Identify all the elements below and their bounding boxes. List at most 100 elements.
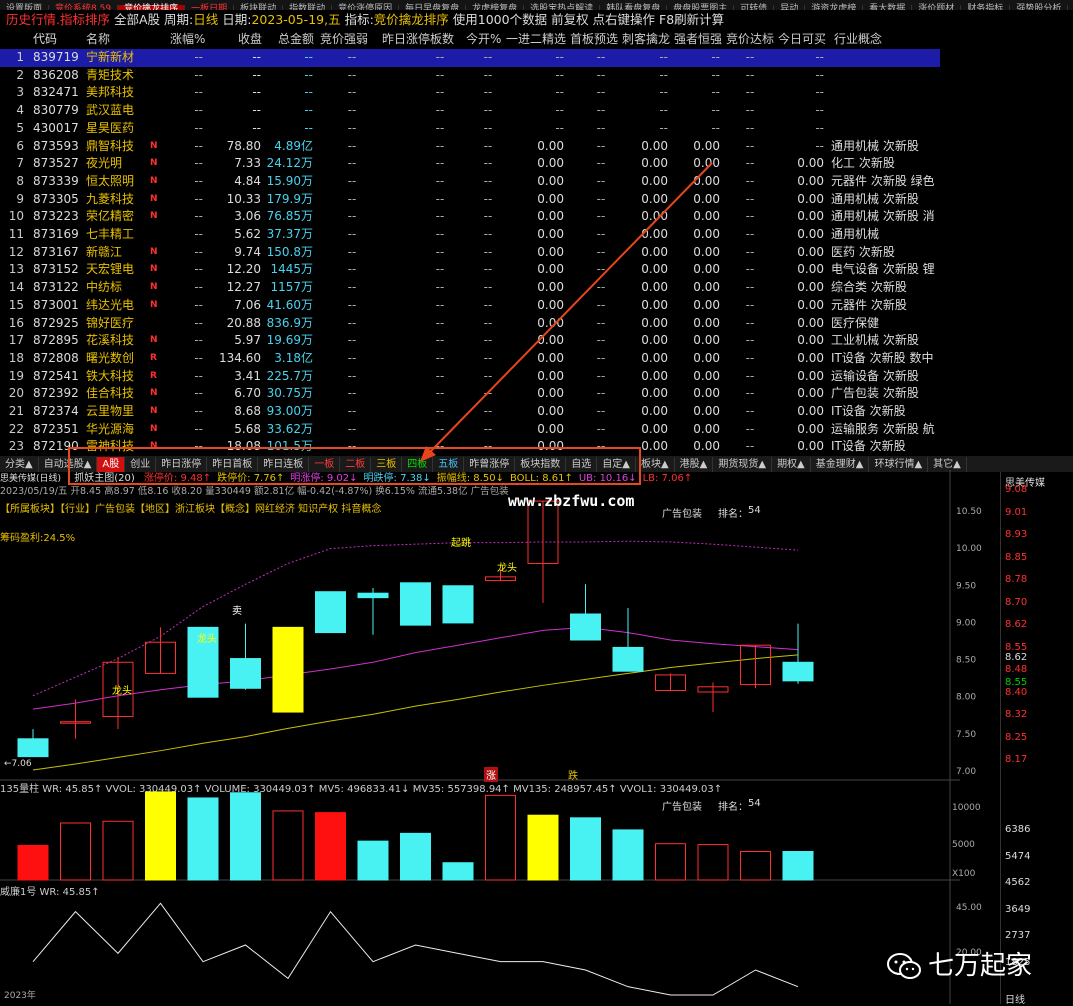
cell-name: 青矩技术 <box>86 67 135 82</box>
table-row[interactable]: 9 873305 九菱科技 N -- 10.33 179.9万 -- -- -- 0.00 -- 0.0… <box>0 191 940 209</box>
cell-flag: N <box>150 246 158 257</box>
signal-mark: 龙头 <box>112 684 132 697</box>
cell-close: -- <box>252 85 261 100</box>
cell-close: 78.80 <box>226 138 261 153</box>
table-row[interactable]: 7 873527 夜光明 N -- 7.33 24.12万 -- -- -- 0.00 -- 0.00 0… <box>0 155 940 173</box>
right-price-tick: 8.25 <box>1005 731 1028 743</box>
col-amount[interactable]: 总金额 <box>278 30 314 48</box>
col-bid-ok[interactable]: 竞价达标 <box>726 30 774 48</box>
date-value[interactable]: 2023-05-19,五 <box>251 12 340 27</box>
indicator-label: 指标: <box>344 12 374 27</box>
kline-chart[interactable]: 10.5010.009.509.008.508.007.507.00龙头龙头起跳… <box>0 470 1000 1004</box>
sector-label-2: 广告包装 <box>662 802 702 813</box>
cell-concept: 运输服务 次新股 航 <box>831 421 935 436</box>
cell-concept: 综合类 次新股 <box>831 280 907 295</box>
cell-open: -- <box>483 138 493 153</box>
cell-boards: -- <box>435 138 445 153</box>
sector-label: 广告包装 <box>662 509 702 520</box>
all-a-shares-label[interactable]: 全部A股 <box>114 12 160 27</box>
cell-mkt: 37.37万 <box>266 227 313 241</box>
col-bid-strength[interactable]: 竞价强弱 <box>320 30 368 48</box>
cell-mkt: -- <box>304 67 313 82</box>
cell-fboard: -- <box>596 421 606 436</box>
history-quote-label[interactable]: 历史行情.指标排序 <box>6 12 110 27</box>
table-row[interactable]: 21 872374 云里物里 N -- 8.68 93.00万 -- -- -- 0.00 -- 0.0… <box>0 403 940 421</box>
low-marker: ←7.06 <box>4 759 32 769</box>
col-dragon[interactable]: 刺客擒龙 <box>622 30 670 48</box>
col-code[interactable]: 代码 <box>33 30 57 48</box>
volume-bar <box>655 843 686 881</box>
table-row[interactable]: 16 872925 锦好医疗 -- 20.88 836.9万 -- -- -- 0.00 -- 0.0… <box>0 315 940 333</box>
volume-bar <box>17 844 49 881</box>
col-first-board[interactable]: 首板预选 <box>570 30 618 48</box>
col-strong[interactable]: 强者恒强 <box>674 30 722 48</box>
indicator-value[interactable]: 竞价擒龙排序 <box>374 12 449 27</box>
cell-code: 839719 <box>33 50 79 64</box>
table-row[interactable]: 12 873167 新赣江 N -- 9.74 150.8万 -- -- -- 0.00 -- 0.00… <box>0 244 940 262</box>
cell-open: -- <box>483 244 493 259</box>
table-row[interactable]: 18 872808 曙光数创 R -- 134.60 3.18亿 -- -- -- 0.00 -- 0.… <box>0 350 940 368</box>
wechat-badge: 七万起家 <box>886 946 1056 986</box>
cell-bid: -- <box>745 262 755 277</box>
col-boards[interactable]: 昨日涨停板数 <box>382 30 454 48</box>
cell-j12: 0.00 <box>537 404 564 418</box>
col-pct[interactable]: 涨幅% <box>170 30 205 48</box>
cell-dragon: 0.00 <box>641 404 668 418</box>
table-row[interactable]: 2 836208 青矩技术 -- -- -- -- -- -- -- -- -- -- -- -- <box>0 67 940 85</box>
table-row[interactable]: 8 873339 恒太照明 N -- 4.84 15.90万 -- -- -- 0.00 -- 0.00… <box>0 173 940 191</box>
cell-concept: 通用机械 次新股 <box>831 191 919 206</box>
table-row[interactable]: 11 873169 七丰精工 -- 5.62 37.37万 -- -- -- 0.00 -- 0.00… <box>0 226 940 244</box>
cell-code: 872925 <box>33 315 79 330</box>
table-row[interactable]: 23 872190 雷神科技 N -- 18.08 101.5万 -- -- -- 0.00 -- 0.… <box>0 438 940 453</box>
table-row[interactable]: 4 830779 武汉蓝电 -- -- -- -- -- -- -- -- -- -- -- -- <box>0 102 940 120</box>
col-buyable[interactable]: 今日可买 <box>778 30 826 48</box>
cell-strong: 0.00 <box>693 280 720 295</box>
col-concept[interactable]: 行业概念 <box>834 30 882 48</box>
cell-fboard: -- <box>596 227 606 241</box>
table-row[interactable]: 6 873593 鼎智科技 N -- 78.80 4.89亿 -- -- -- 0.00 -- 0.00… <box>0 138 940 156</box>
cell-flag: R <box>150 370 157 381</box>
cell-open: -- <box>483 120 493 135</box>
cell-mkt: 30.75万 <box>266 386 313 401</box>
cell-open: -- <box>483 173 493 188</box>
volume-bar <box>612 829 644 881</box>
cell-close: 6.70 <box>234 386 261 401</box>
table-row[interactable]: 14 873122 中纺标 N -- 12.27 1157万 -- -- -- 0.00 -- 0.00… <box>0 279 940 297</box>
indicator-name[interactable]: 抓妖主图(20) <box>74 473 135 484</box>
cell-j12: -- <box>555 103 564 118</box>
table-row[interactable]: 10 873223 荣亿精密 N -- 3.06 76.85万 -- -- -- 0.00 -- 0.0… <box>0 208 940 226</box>
cell-dragon: 0.00 <box>641 209 668 224</box>
cell-mkt: 76.85万 <box>266 209 313 224</box>
table-row[interactable]: 5 430017 星昊医药 -- -- -- -- -- -- -- -- -- -- -- -- <box>0 120 940 138</box>
table-row[interactable]: 22 872351 华光源海 N -- 5.68 33.62万 -- -- -- 0.00 -- 0.0… <box>0 421 940 439</box>
cell-name: 佳合科技 <box>86 386 135 401</box>
col-1to2[interactable]: 一进二精选 <box>506 30 566 48</box>
cell-strong: 0.00 <box>693 386 720 401</box>
cell-mkt: 3.18亿 <box>274 350 313 365</box>
col-close[interactable]: 收盘 <box>238 30 262 48</box>
col-open[interactable]: 今开% <box>466 30 501 48</box>
cell-flag: N <box>150 140 158 151</box>
table-row[interactable]: 20 872392 佳合科技 N -- 6.70 30.75万 -- -- -- 0.00 -- 0.0… <box>0 385 940 403</box>
table-row[interactable]: 19 872541 铁大科技 R -- 3.41 225.7万 -- -- -- 0.00 -- 0.0… <box>0 368 940 386</box>
chart-info: 思美传媒(日线) 抓妖主图(20) 涨停价: 9.48↑ 跌停价: 7.76↑ 明涨… <box>0 472 960 545</box>
table-row[interactable]: 1 839719 宁新新材 -- -- -- -- -- -- -- -- -- -- -- -- <box>0 49 940 67</box>
right-price-tick: 9.01 <box>1005 506 1028 518</box>
cell-mkt: 1157万 <box>270 280 313 295</box>
wr-axis-tick: 45.00 <box>956 903 982 913</box>
volume-bar <box>740 851 771 881</box>
table-row[interactable]: 15 873001 纬达光电 N -- 7.06 41.60万 -- -- -- 0.00 -- 0.0… <box>0 297 940 315</box>
cell-name: 九菱科技 <box>86 191 135 206</box>
row-index: 22 <box>8 421 24 436</box>
cell-strong: 0.00 <box>693 368 720 383</box>
table-row[interactable]: 17 872895 花溪科技 N -- 5.97 19.69万 -- -- -- 0.00 -- 0.0… <box>0 332 940 350</box>
table-row[interactable]: 3 832471 美邦科技 -- -- -- -- -- -- -- -- -- -- -- -- <box>0 84 940 102</box>
cell-code: 873001 <box>33 297 79 312</box>
period-value[interactable]: 日线 <box>193 12 218 27</box>
cell-amp: -- <box>347 244 357 259</box>
rank-value: 54 <box>748 505 761 516</box>
row-index: 4 <box>16 103 24 118</box>
table-row[interactable]: 13 873152 天宏锂电 N -- 12.20 1445万 -- -- -- 0.00 -- 0.0… <box>0 261 940 279</box>
col-name[interactable]: 名称 <box>86 30 110 48</box>
cell-amp: -- <box>347 227 357 241</box>
